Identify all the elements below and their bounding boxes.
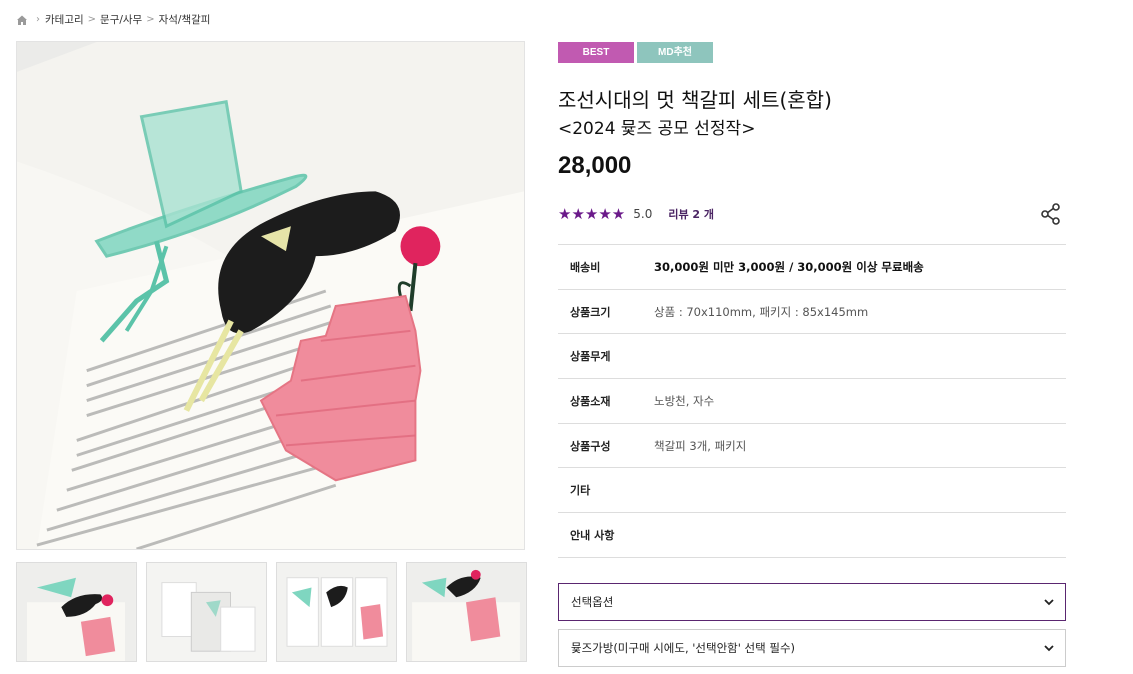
- info-value: 30,000원 미만 3,000원 / 30,000원 이상 무료배송: [654, 259, 924, 274]
- breadcrumb-item-category[interactable]: 카테고리: [45, 12, 84, 27]
- review-link[interactable]: 리뷰 2 개: [668, 206, 714, 222]
- rating-score: 5.0: [633, 207, 653, 221]
- info-row-notice: 안내 사항: [558, 513, 1066, 558]
- info-row-etc: 기타: [558, 468, 1066, 514]
- bookmark-photo: [17, 42, 524, 549]
- chevron-down-icon: [1044, 645, 1054, 652]
- thumbnail-list: [16, 562, 527, 662]
- info-label: 상품무게: [570, 350, 611, 364]
- breadcrumb-item-bookmark[interactable]: 자석/책갈피: [159, 12, 211, 27]
- product-title: 조선시대의 멋 책갈피 세트(혼합): [558, 88, 832, 112]
- chevron-down-icon: [1044, 599, 1054, 606]
- info-label: 안내 사항: [570, 528, 615, 542]
- info-label: 상품구성: [570, 439, 611, 453]
- breadcrumb-separator: >: [87, 14, 97, 25]
- chevron-right-icon: ›: [36, 14, 40, 25]
- option-select[interactable]: 선택옵션: [558, 583, 1066, 621]
- breadcrumb-separator: >: [146, 14, 155, 25]
- main-product-image[interactable]: [16, 41, 525, 550]
- info-label: 기타: [570, 484, 591, 498]
- thumbnail-4[interactable]: [406, 562, 527, 662]
- share-icon[interactable]: [1040, 203, 1062, 225]
- thumbnail-1[interactable]: [16, 562, 137, 662]
- bag-select-label: 뮻즈가방(미구매 시에도, '선택안함' 선택 필수): [571, 641, 796, 655]
- info-value: 상품 : 70x110mm, 패키지 : 85x145mm: [654, 304, 869, 319]
- best-badge: BEST: [558, 42, 634, 63]
- star-rating: ★★★★★: [558, 205, 626, 223]
- option-select-label: 선택옵션: [571, 595, 614, 609]
- home-icon[interactable]: [16, 14, 28, 26]
- md-pick-badge: MD추천: [637, 42, 713, 63]
- info-value: 책갈피 3개, 패키지: [654, 438, 747, 453]
- breadcrumb: › 카테고리 > 문구/사무 > 자석/책갈피: [16, 12, 210, 27]
- breadcrumb-item-stationery[interactable]: 문구/사무: [100, 12, 142, 27]
- rating-row: ★★★★★ 5.0 리뷰 2 개: [558, 205, 714, 223]
- info-row-size: 상품크기 상품 : 70x110mm, 패키지 : 85x145mm: [558, 290, 1066, 335]
- info-label: 상품소재: [570, 394, 611, 408]
- thumbnail-2[interactable]: [146, 562, 267, 662]
- badge-group: BEST MD추천: [558, 42, 713, 63]
- product-subtitle: <2024 뮻즈 공모 선정작>: [558, 119, 756, 139]
- info-label: 상품크기: [570, 305, 611, 319]
- info-row-composition: 상품구성 책갈피 3개, 패키지: [558, 424, 1066, 469]
- product-price: 28,000: [558, 152, 632, 179]
- product-info-table: 배송비 30,000원 미만 3,000원 / 30,000원 이상 무료배송 …: [558, 244, 1066, 558]
- thumbnail-3[interactable]: [276, 562, 397, 662]
- info-label: 배송비: [570, 260, 601, 274]
- info-row-shipping: 배송비 30,000원 미만 3,000원 / 30,000원 이상 무료배송: [558, 245, 1066, 290]
- info-value: 노방천, 자수: [654, 393, 715, 408]
- info-row-material: 상품소재 노방천, 자수: [558, 379, 1066, 424]
- info-row-weight: 상품무게: [558, 334, 1066, 380]
- bag-select[interactable]: 뮻즈가방(미구매 시에도, '선택안함' 선택 필수): [558, 629, 1066, 667]
